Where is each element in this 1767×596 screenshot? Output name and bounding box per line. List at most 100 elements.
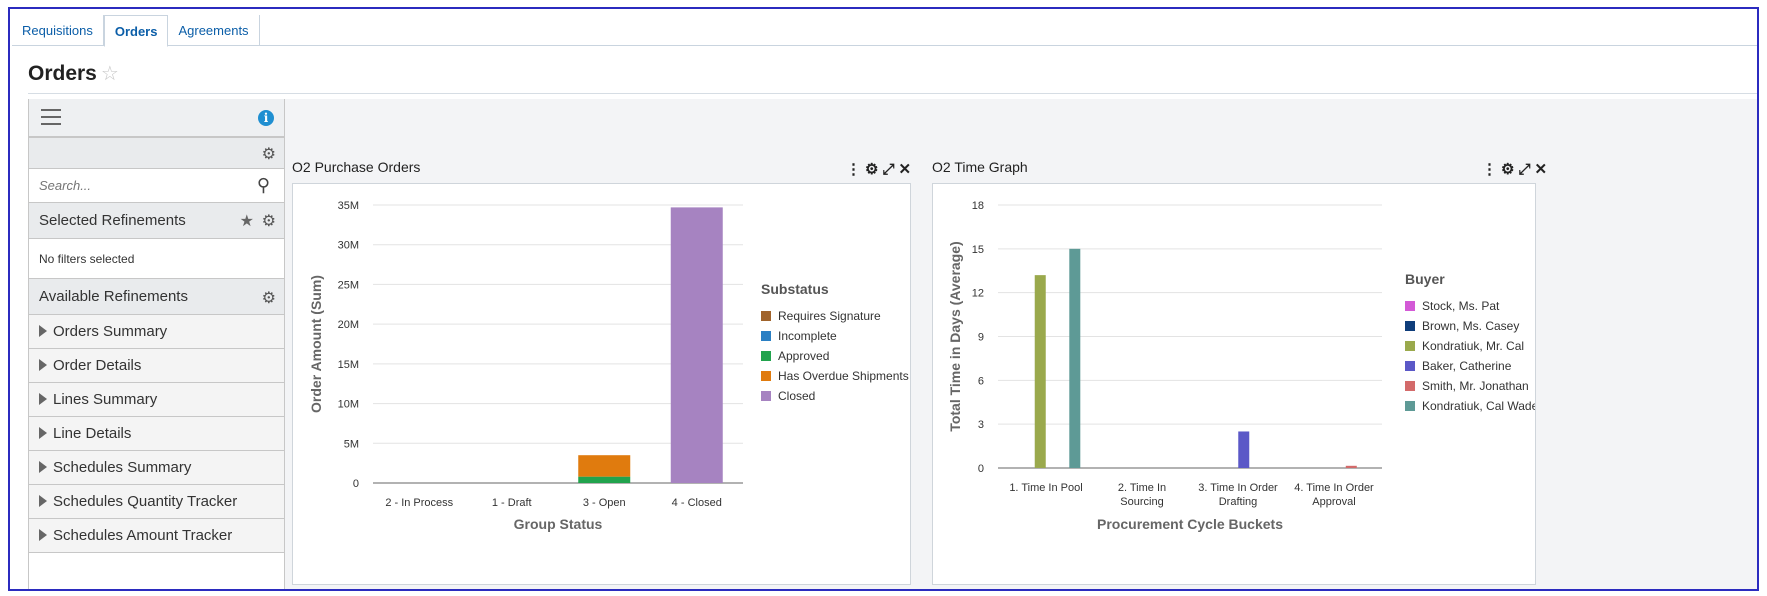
legend-label: Kondratiuk, Mr. Cal	[1422, 339, 1524, 353]
y-tick-label: 35M	[338, 200, 359, 212]
legend-label: Baker, Catherine	[1422, 359, 1512, 373]
expand-icon[interactable]: ⤢	[882, 161, 898, 178]
dashboard-area: O2 Purchase Orders ⋮⚙⤢✕ 0 5M 10M 15M 20M 25M 3…	[285, 99, 1757, 589]
legend-swatch	[761, 311, 771, 321]
x-axis-title: Procurement Cycle Buckets	[1097, 516, 1283, 532]
po-chart-svg: 0 5M 10M 15M 20M 25M 30M 35M 2 - In Process 1 - D…	[308, 200, 909, 532]
expand-triangle-icon	[39, 359, 47, 371]
refinement-order-details[interactable]: Order Details	[29, 349, 284, 383]
legend-swatch	[1405, 401, 1415, 411]
legend-title: Substatus	[761, 281, 829, 297]
hamburger-menu-icon[interactable]	[41, 109, 61, 130]
x-tick-label: 4. Time In Order	[1294, 482, 1374, 494]
gear-icon[interactable]: ⚙	[262, 144, 276, 164]
x-tick-label: Drafting	[1219, 496, 1258, 508]
legend-swatch	[761, 371, 771, 381]
bar	[670, 207, 723, 483]
x-tick-label: 1. Time In Pool	[1009, 482, 1082, 494]
refinement-line-details[interactable]: Line Details	[29, 417, 284, 451]
legend-label: Kondratiuk, Cal Wade	[1422, 399, 1535, 413]
y-tick-label: 15M	[338, 359, 359, 371]
tab-orders[interactable]: Orders	[103, 15, 169, 47]
bar	[1069, 248, 1081, 468]
x-tick-label: 3 - Open	[583, 497, 626, 509]
sidebar-header: i	[29, 99, 284, 137]
legend-swatch	[1405, 361, 1415, 371]
gear-icon[interactable]: ⚙	[262, 288, 276, 308]
no-filters-row: No filters selected	[29, 239, 284, 279]
y-tick-label: 15	[972, 244, 984, 256]
po-panel-title: O2 Purchase Orders	[292, 159, 421, 175]
legend-swatch	[1405, 301, 1415, 311]
refinement-schedules-quantity-tracker[interactable]: Schedules Quantity Tracker	[29, 485, 284, 519]
tab-requisitions[interactable]: Requisitions	[12, 15, 104, 45]
x-tick-label: 2 - In Process	[385, 497, 453, 509]
time-panel-title: O2 Time Graph	[932, 159, 1028, 175]
expand-triangle-icon	[39, 393, 47, 405]
x-tick-label: Sourcing	[1120, 496, 1163, 508]
refinement-schedules-summary[interactable]: Schedules Summary	[29, 451, 284, 485]
refinement-label: Order Details	[53, 357, 142, 374]
more-options-icon[interactable]: ⋮	[846, 161, 865, 178]
legend-label: Stock, Ms. Pat	[1422, 299, 1500, 313]
gear-icon[interactable]: ⚙	[262, 211, 276, 231]
legend-swatch	[761, 391, 771, 401]
legend-swatch	[1405, 341, 1415, 351]
star-icon[interactable]: ★	[240, 211, 254, 231]
favorite-star-icon[interactable]: ☆	[101, 61, 119, 86]
app-frame: Requisitions Orders Agreements Orders ☆ …	[8, 7, 1759, 591]
x-tick-label: 2. Time In	[1118, 482, 1166, 494]
bar	[1034, 275, 1046, 468]
refinement-lines-summary[interactable]: Lines Summary	[29, 383, 284, 417]
refinements-sidebar: i ⚙ ⚲ Selected Refinements ★ ⚙ No filter…	[28, 99, 285, 589]
time-chart-svg: 0 3 6 9 12 15 18 1. Time In Pool 2. Time In Sourc…	[947, 200, 1539, 532]
close-icon[interactable]: ✕	[1534, 161, 1551, 178]
search-icon[interactable]: ⚲	[257, 175, 270, 196]
page-title-row: Orders ☆	[28, 61, 119, 86]
time-panel-toolbar: ⋮⚙⤢✕	[1482, 160, 1551, 178]
info-icon[interactable]: i	[258, 110, 274, 126]
refinement-schedules-amount-tracker[interactable]: Schedules Amount Tracker	[29, 519, 284, 553]
close-icon[interactable]: ✕	[898, 161, 915, 178]
legend-swatch	[1405, 381, 1415, 391]
legend-label: Smith, Mr. Jonathan	[1422, 379, 1529, 393]
search-input[interactable]	[37, 177, 241, 194]
bar	[1238, 431, 1250, 468]
tab-agreements[interactable]: Agreements	[168, 15, 260, 45]
legend-label: Has Overdue Shipments	[778, 369, 909, 383]
refinement-label: Schedules Quantity Tracker	[53, 493, 238, 510]
sidebar-settings-row: ⚙	[29, 137, 284, 169]
x-tick-label: 4 - Closed	[672, 497, 722, 509]
more-options-icon[interactable]: ⋮	[1482, 161, 1501, 178]
y-tick-label: 18	[972, 200, 984, 212]
expand-icon[interactable]: ⤢	[1518, 161, 1534, 178]
legend-label: Closed	[778, 389, 815, 403]
refinement-orders-summary[interactable]: Orders Summary	[29, 315, 284, 349]
x-axis-title: Group Status	[514, 516, 603, 532]
gear-icon[interactable]: ⚙	[865, 161, 882, 178]
x-tick-label: Approval	[1312, 496, 1355, 508]
expand-triangle-icon	[39, 529, 47, 541]
selected-refinements-header: Selected Refinements ★ ⚙	[29, 203, 284, 239]
y-tick-label: 9	[978, 332, 984, 344]
legend-label: Requires Signature	[778, 309, 881, 323]
refinement-label: Schedules Summary	[53, 459, 192, 476]
title-divider	[28, 93, 1757, 94]
bar	[578, 455, 631, 477]
bar	[1345, 465, 1357, 468]
y-tick-label: 25M	[338, 279, 359, 291]
x-tick-label: 3. Time In Order	[1198, 482, 1278, 494]
y-tick-label: 12	[972, 288, 984, 300]
gear-icon[interactable]: ⚙	[1501, 161, 1518, 178]
y-tick-label: 6	[978, 375, 984, 387]
legend-swatch	[1405, 321, 1415, 331]
legend-swatch	[761, 331, 771, 341]
legend-label: Brown, Ms. Casey	[1422, 319, 1519, 333]
y-axis-title: Order Amount (Sum)	[308, 275, 324, 413]
expand-triangle-icon	[39, 325, 47, 337]
y-tick-label: 3	[978, 419, 984, 431]
available-refinements-header: Available Refinements ⚙	[29, 279, 284, 315]
y-axis-title: Total Time in Days (Average)	[947, 241, 963, 431]
refinement-label: Line Details	[53, 425, 132, 442]
expand-triangle-icon	[39, 495, 47, 507]
